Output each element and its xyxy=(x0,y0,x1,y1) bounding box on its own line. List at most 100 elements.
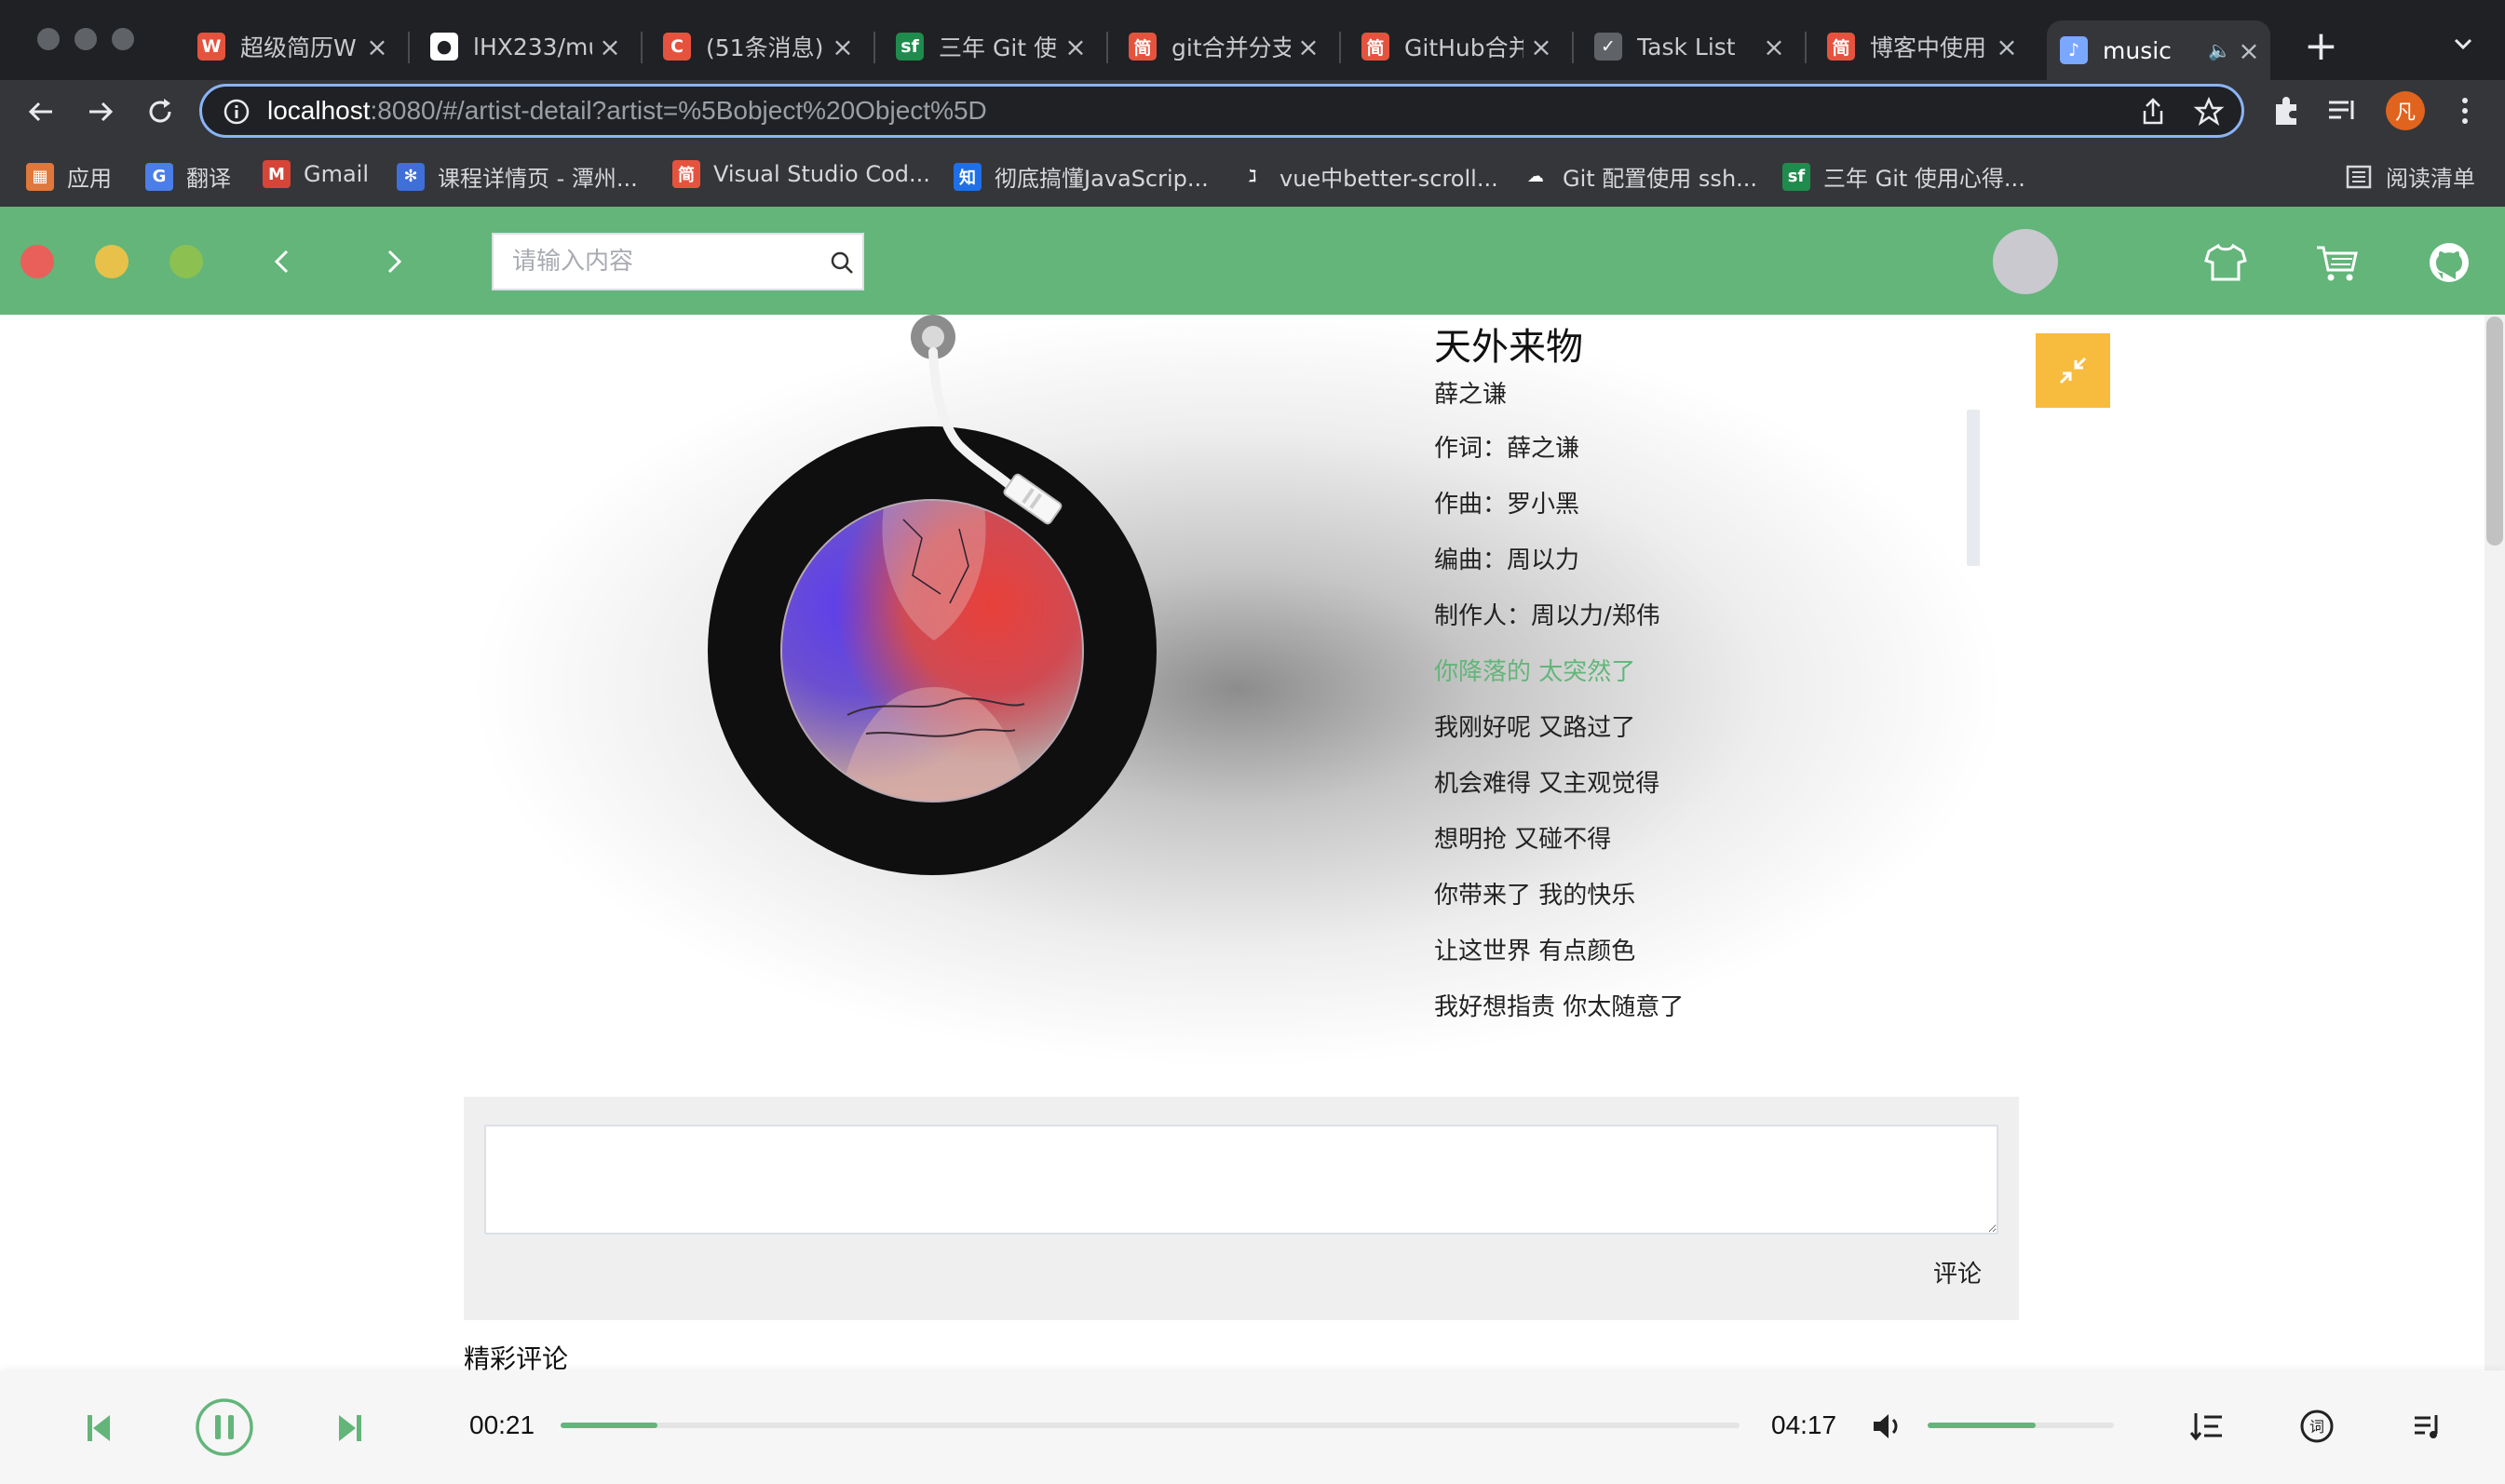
browser-tab[interactable]: ● lHX233/mu × xyxy=(417,20,631,73)
bookmark-star-icon[interactable] xyxy=(2193,96,2225,128)
bookmark-item[interactable]: M Gmail xyxy=(263,160,369,188)
url-text[interactable]: localhost:8080/#/artist-detail?artist=%5… xyxy=(267,96,987,126)
next-track-icon[interactable] xyxy=(332,1410,369,1447)
shopping-cart-icon[interactable] xyxy=(2313,238,2362,287)
zhihu-icon: 知 xyxy=(954,162,982,191)
window-minimize-dot[interactable] xyxy=(74,28,97,50)
progress-bar[interactable] xyxy=(561,1423,1740,1428)
total-time: 04:17 xyxy=(1771,1410,1837,1439)
tab-close-icon[interactable]: × xyxy=(1995,32,2019,62)
bookmark-label: 三年 Git 使用心得... xyxy=(1823,166,2025,192)
browser-tab[interactable]: ✓ Task List × xyxy=(1581,20,1795,73)
volume-icon[interactable] xyxy=(1868,1408,1905,1445)
tab-audio-icon[interactable]: 🔈 xyxy=(2208,39,2231,61)
app-minimize-dot[interactable] xyxy=(95,245,129,278)
reading-list-label: 阅读清单 xyxy=(2386,166,2475,192)
history-back-icon[interactable] xyxy=(261,240,304,283)
bookmark-item[interactable]: sf 三年 Git 使用心得... xyxy=(1782,160,2025,193)
comment-submit-button[interactable]: 评论 xyxy=(1933,1255,1982,1289)
playlist-order-icon[interactable] xyxy=(2188,1408,2226,1445)
collapse-player-button[interactable] xyxy=(2036,333,2110,408)
lyrics-scrollbar[interactable] xyxy=(1967,410,1980,566)
lyric-line[interactable]: 想明抢 又碰不得 xyxy=(1434,823,1956,879)
song-artist[interactable]: 薛之谦 xyxy=(1434,375,1507,410)
browser-tab[interactable]: ♪ music 🔈 × xyxy=(2047,20,2270,80)
playlist-queue-icon[interactable] xyxy=(2410,1408,2447,1445)
lyric-line[interactable]: 让这世界 有点颜色 xyxy=(1434,935,1956,991)
tab-separator xyxy=(1339,32,1341,63)
lyric-line-current[interactable]: 你降落的 太突然了 xyxy=(1434,655,1956,711)
browser-tab[interactable]: W 超级简历W × xyxy=(184,20,399,73)
bookmark-item[interactable]: 知彻底搞懂JavaScrip... xyxy=(954,160,1209,193)
lyric-line[interactable]: 制作人：周以力/郑伟 xyxy=(1434,600,1956,655)
kebab-menu-icon[interactable] xyxy=(2451,93,2479,128)
profile-avatar[interactable]: 凡 xyxy=(2386,91,2425,130)
bookmark-item[interactable]: ℷ vue中better-scroll... xyxy=(1239,160,1498,193)
user-avatar[interactable] xyxy=(1993,229,2058,294)
browser-tab[interactable]: 简博客中使用 × xyxy=(1814,20,2028,73)
segmentfault-icon: sf xyxy=(896,33,924,61)
share-icon[interactable] xyxy=(2137,96,2169,128)
page-scrollbar-thumb[interactable] xyxy=(2486,317,2503,546)
extensions-puzzle-icon[interactable] xyxy=(2268,93,2304,128)
pause-button-icon[interactable] xyxy=(194,1396,255,1458)
reload-icon[interactable] xyxy=(140,91,181,132)
lyric-line[interactable]: 我刚好呢 又路过了 xyxy=(1434,711,1956,767)
tab-separator xyxy=(1572,32,1574,63)
app-close-dot[interactable] xyxy=(20,245,54,278)
tab-close-icon[interactable]: × xyxy=(1296,32,1320,62)
bookmark-label: Gmail xyxy=(304,161,370,187)
browser-tab-title: (51条消息) xyxy=(706,34,824,61)
browser-tab[interactable]: 简 git合并分支 × xyxy=(1116,20,1330,73)
tab-close-icon[interactable]: × xyxy=(1762,32,1786,62)
lyrics-toggle-icon[interactable]: 词 xyxy=(2298,1408,2336,1445)
browser-tab[interactable]: C (51条消息) × xyxy=(650,20,864,73)
tab-close-icon[interactable]: × xyxy=(831,32,855,62)
lyric-line[interactable]: 机会难得 又主观觉得 xyxy=(1434,767,1956,823)
browser-tab-title: GitHub合并 xyxy=(1404,34,1523,61)
bookmark-label: Git 配置使用 ssh... xyxy=(1563,166,1758,192)
bookmark-item[interactable]: ☁ Git 配置使用 ssh... xyxy=(1522,160,1757,193)
tab-close-icon[interactable]: × xyxy=(598,32,622,62)
bookmark-item[interactable]: 简 Visual Studio Cod... xyxy=(672,160,930,188)
lyric-line[interactable]: 你带来了 我的快乐 xyxy=(1434,879,1956,935)
window-close-dot[interactable] xyxy=(37,28,60,50)
search-icon[interactable] xyxy=(829,250,855,276)
bookmark-item[interactable]: ▦ 应用 xyxy=(26,160,112,193)
skin-tshirt-icon[interactable] xyxy=(2201,238,2250,287)
history-forward-icon[interactable] xyxy=(372,240,415,283)
tab-close-icon[interactable]: × xyxy=(2237,35,2261,66)
window-zoom-dot[interactable] xyxy=(112,28,134,50)
bookmarks-bar: ▦ 应用 G 翻译 M Gmail ✻ 课程详情页 - 潭州... 简 Visual Studio… xyxy=(0,147,2505,209)
reading-list-button[interactable]: 阅读清单 xyxy=(2345,160,2475,193)
forward-arrow-icon[interactable] xyxy=(80,91,121,132)
tab-close-icon[interactable]: × xyxy=(1529,32,1553,62)
github-icon[interactable] xyxy=(2425,238,2473,287)
lyric-line[interactable]: 作曲：罗小黑 xyxy=(1434,488,1956,544)
tab-close-icon[interactable]: × xyxy=(1063,32,1088,62)
browser-tab[interactable]: sf 三年 Git 使 × xyxy=(883,20,1097,73)
back-arrow-icon[interactable] xyxy=(20,91,61,132)
bookmark-item[interactable]: G 翻译 xyxy=(145,160,231,193)
bookmark-item[interactable]: ✻ 课程详情页 - 潭州... xyxy=(397,160,638,193)
site-info-icon[interactable] xyxy=(223,98,250,126)
tab-separator xyxy=(1106,32,1108,63)
lyric-line[interactable]: 我好想指责 你太随意了 xyxy=(1434,991,1956,1046)
jianshu-icon: 简 xyxy=(1827,33,1855,61)
tab-separator xyxy=(408,32,410,63)
previous-track-icon[interactable] xyxy=(80,1410,117,1447)
app-maximize-dot[interactable] xyxy=(169,245,203,278)
browser-tab-title: git合并分支 xyxy=(1171,34,1291,61)
new-tab-button[interactable]: + xyxy=(2304,20,2338,73)
lyric-line[interactable]: 作词：薛之谦 xyxy=(1434,432,1956,488)
comment-textarea[interactable] xyxy=(484,1125,1998,1234)
tab-close-icon[interactable]: × xyxy=(365,32,389,62)
media-queue-icon[interactable] xyxy=(2324,93,2360,128)
address-bar[interactable]: localhost:8080/#/artist-detail?artist=%5… xyxy=(199,84,2244,138)
search-input[interactable] xyxy=(494,235,810,289)
volume-slider[interactable] xyxy=(1928,1423,2114,1428)
runner-icon: ℷ xyxy=(1239,162,1266,191)
lyric-line[interactable]: 编曲：周以力 xyxy=(1434,544,1956,600)
tab-search-chevron-icon[interactable] xyxy=(2447,28,2479,60)
browser-tab[interactable]: 简 GitHub合并 × xyxy=(1348,20,1563,73)
